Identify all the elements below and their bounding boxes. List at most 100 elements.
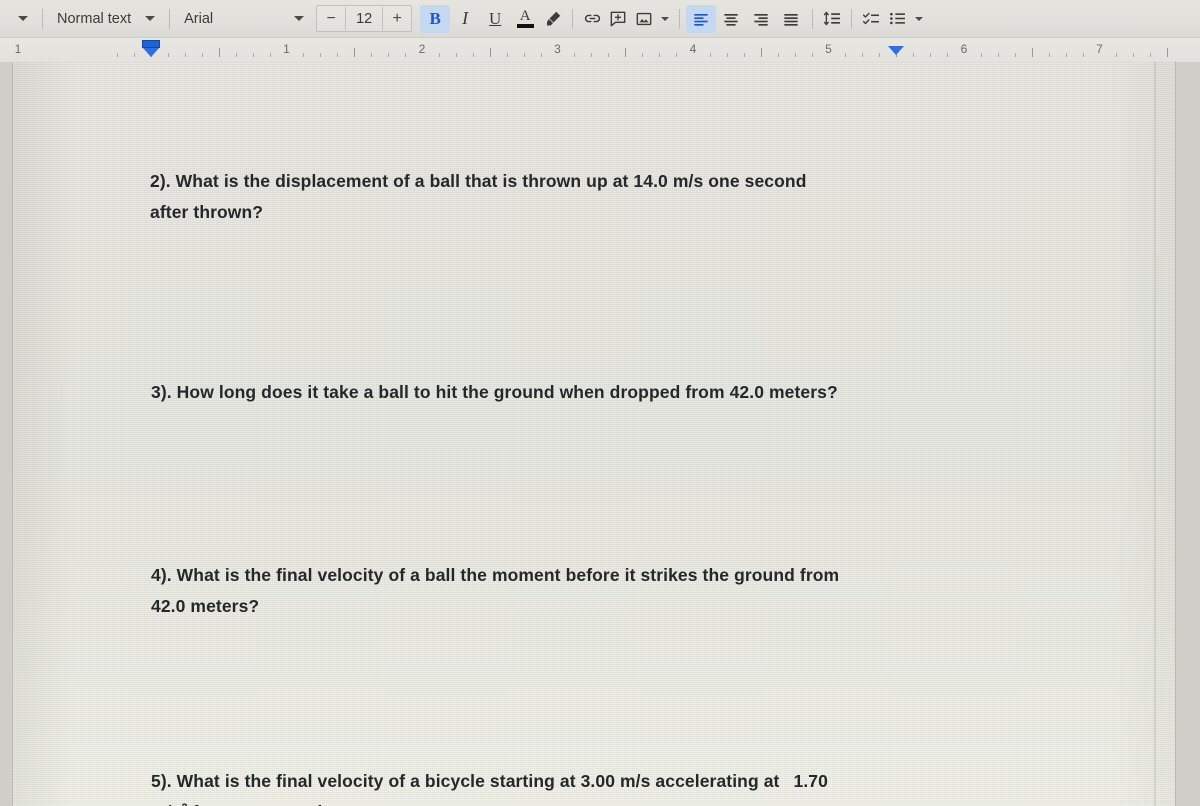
line-spacing-button[interactable] [819,5,845,33]
question-5-unit: m/s [151,802,181,806]
align-center-button[interactable] [716,5,746,33]
ruler-number-label: 1 [14,42,22,56]
underline-button[interactable]: U [480,5,510,33]
line-spacing-icon [823,11,840,26]
align-left-button[interactable] [686,4,717,33]
highlight-pen-icon [546,11,560,26]
ruler-tick [997,53,999,57]
ruler-tick [726,53,728,57]
right-indent-marker[interactable] [888,46,905,55]
decrease-font-size-button[interactable]: − [317,7,345,30]
question-4-line-2: 42.0 meters? [151,595,260,616]
ruler-tick [472,53,474,57]
formatting-toolbar: Normal text Arial − 12 + B I U A [0,0,1200,38]
chevron-down-icon [661,16,670,21]
ruler-tick [1065,53,1067,57]
ruler-tick [1133,53,1135,57]
ruler-tick [201,53,203,57]
document-ruler[interactable]: 1 1 2 3 4 5 6 7 [0,38,1200,63]
font-size-stepper[interactable]: − 12 + [316,5,413,32]
ruler-tick [1150,53,1152,57]
bulleted-list-icon [889,12,905,25]
insert-image-button[interactable] [631,5,657,33]
ruler-tick [405,53,407,57]
paragraph-question-2[interactable]: 2). What is the displacement of a ball t… [150,166,1000,228]
ruler-tick [371,53,373,57]
align-right-icon [754,13,768,26]
ruler-tick [608,53,610,57]
ruler-tick [320,53,322,57]
align-left-icon [694,13,708,26]
align-center-icon [724,13,738,26]
ruler-tick [591,53,593,57]
toolbar-divider [572,8,574,29]
ruler-tick [337,53,339,57]
page-crease [1154,62,1156,806]
highlight-color-button[interactable] [540,5,566,33]
ruler-number-label: 5 [825,42,832,56]
bold-button[interactable]: B [420,4,451,33]
ruler-tick [879,53,881,57]
paragraph-question-4[interactable]: 4). What is the final velocity of a ball… [151,560,1036,622]
ruler-tick [235,53,237,57]
ruler-tick [218,48,220,57]
insert-image-icon [636,12,652,25]
font-family-dropdown[interactable]: Arial [176,5,312,33]
align-right-button[interactable] [746,5,776,33]
ruler-tick [269,53,271,57]
text-color-button[interactable]: A [510,5,540,33]
paragraph-question-5[interactable]: 5). What is the final velocity of a bicy… [151,766,1031,806]
ruler-tick [117,53,119,57]
chevron-down-icon [294,16,305,21]
ruler-tick [455,53,457,57]
ruler-tick [1031,48,1033,57]
ruler-tick [760,48,762,57]
checklist-button[interactable] [858,5,884,33]
ruler-number-label: 4 [689,42,697,56]
font-size-input[interactable]: 12 [345,7,384,30]
align-justify-icon [784,13,798,26]
first-line-indent-handle[interactable] [142,40,160,48]
ruler-tick [1048,53,1050,57]
paragraph-style-dropdown[interactable]: Normal text [49,5,163,33]
add-comment-button[interactable] [605,5,631,33]
ruler-tick [1116,53,1118,57]
question-2-line-1: 2). What is the displacement of a ball t… [150,170,807,191]
ruler-tick [438,53,440,57]
ruler-tick [642,53,644,57]
question-3-line-1: 3). How long does it take a ball to hit … [151,381,838,402]
paragraph-question-3[interactable]: 3). How long does it take a ball to hit … [151,377,1051,408]
toolbar-collapse-button[interactable] [10,5,36,33]
ruler-number-label: 2 [418,42,426,56]
bulleted-list-button[interactable] [884,5,910,33]
insert-image-dropdown[interactable] [657,5,673,33]
align-justify-button[interactable] [776,5,806,33]
ruler-tick [743,53,745,57]
question-2-line-2: after thrown? [150,201,264,222]
ruler-number-label: 7 [1096,42,1103,56]
add-comment-icon [610,11,626,26]
ruler-tick [540,53,542,57]
ruler-tick [167,53,169,57]
ruler-tick-marks: 1 1 2 3 4 5 6 7 [0,38,1200,62]
ruler-tick [845,53,847,57]
increase-font-size-button[interactable]: + [383,7,411,30]
document-text-body[interactable]: 2). What is the displacement of a ball t… [150,62,1050,806]
question-5-acceleration-value: 1.70 [793,770,828,791]
question-4-line-1: 4). What is the final velocity of a ball… [151,564,840,585]
chevron-down-icon [145,16,156,21]
checklist-icon [862,12,879,25]
italic-button[interactable]: I [450,5,480,33]
toolbar-divider [812,8,814,29]
toolbar-divider [169,8,171,29]
ruler-tick [1082,53,1084,57]
insert-link-button[interactable] [579,5,605,33]
text-color-swatch [516,23,534,28]
question-5-line-1-text: 5). What is the final velocity of a bicy… [151,770,780,791]
chevron-down-icon [18,16,28,21]
bulleted-list-dropdown[interactable] [910,5,928,33]
ruler-tick [1167,48,1169,57]
left-indent-triangle[interactable] [143,48,159,57]
question-5-line-2-rest: for 5.00 seconds? [188,802,343,806]
document-page[interactable]: 2). What is the displacement of a ball t… [13,62,1175,806]
